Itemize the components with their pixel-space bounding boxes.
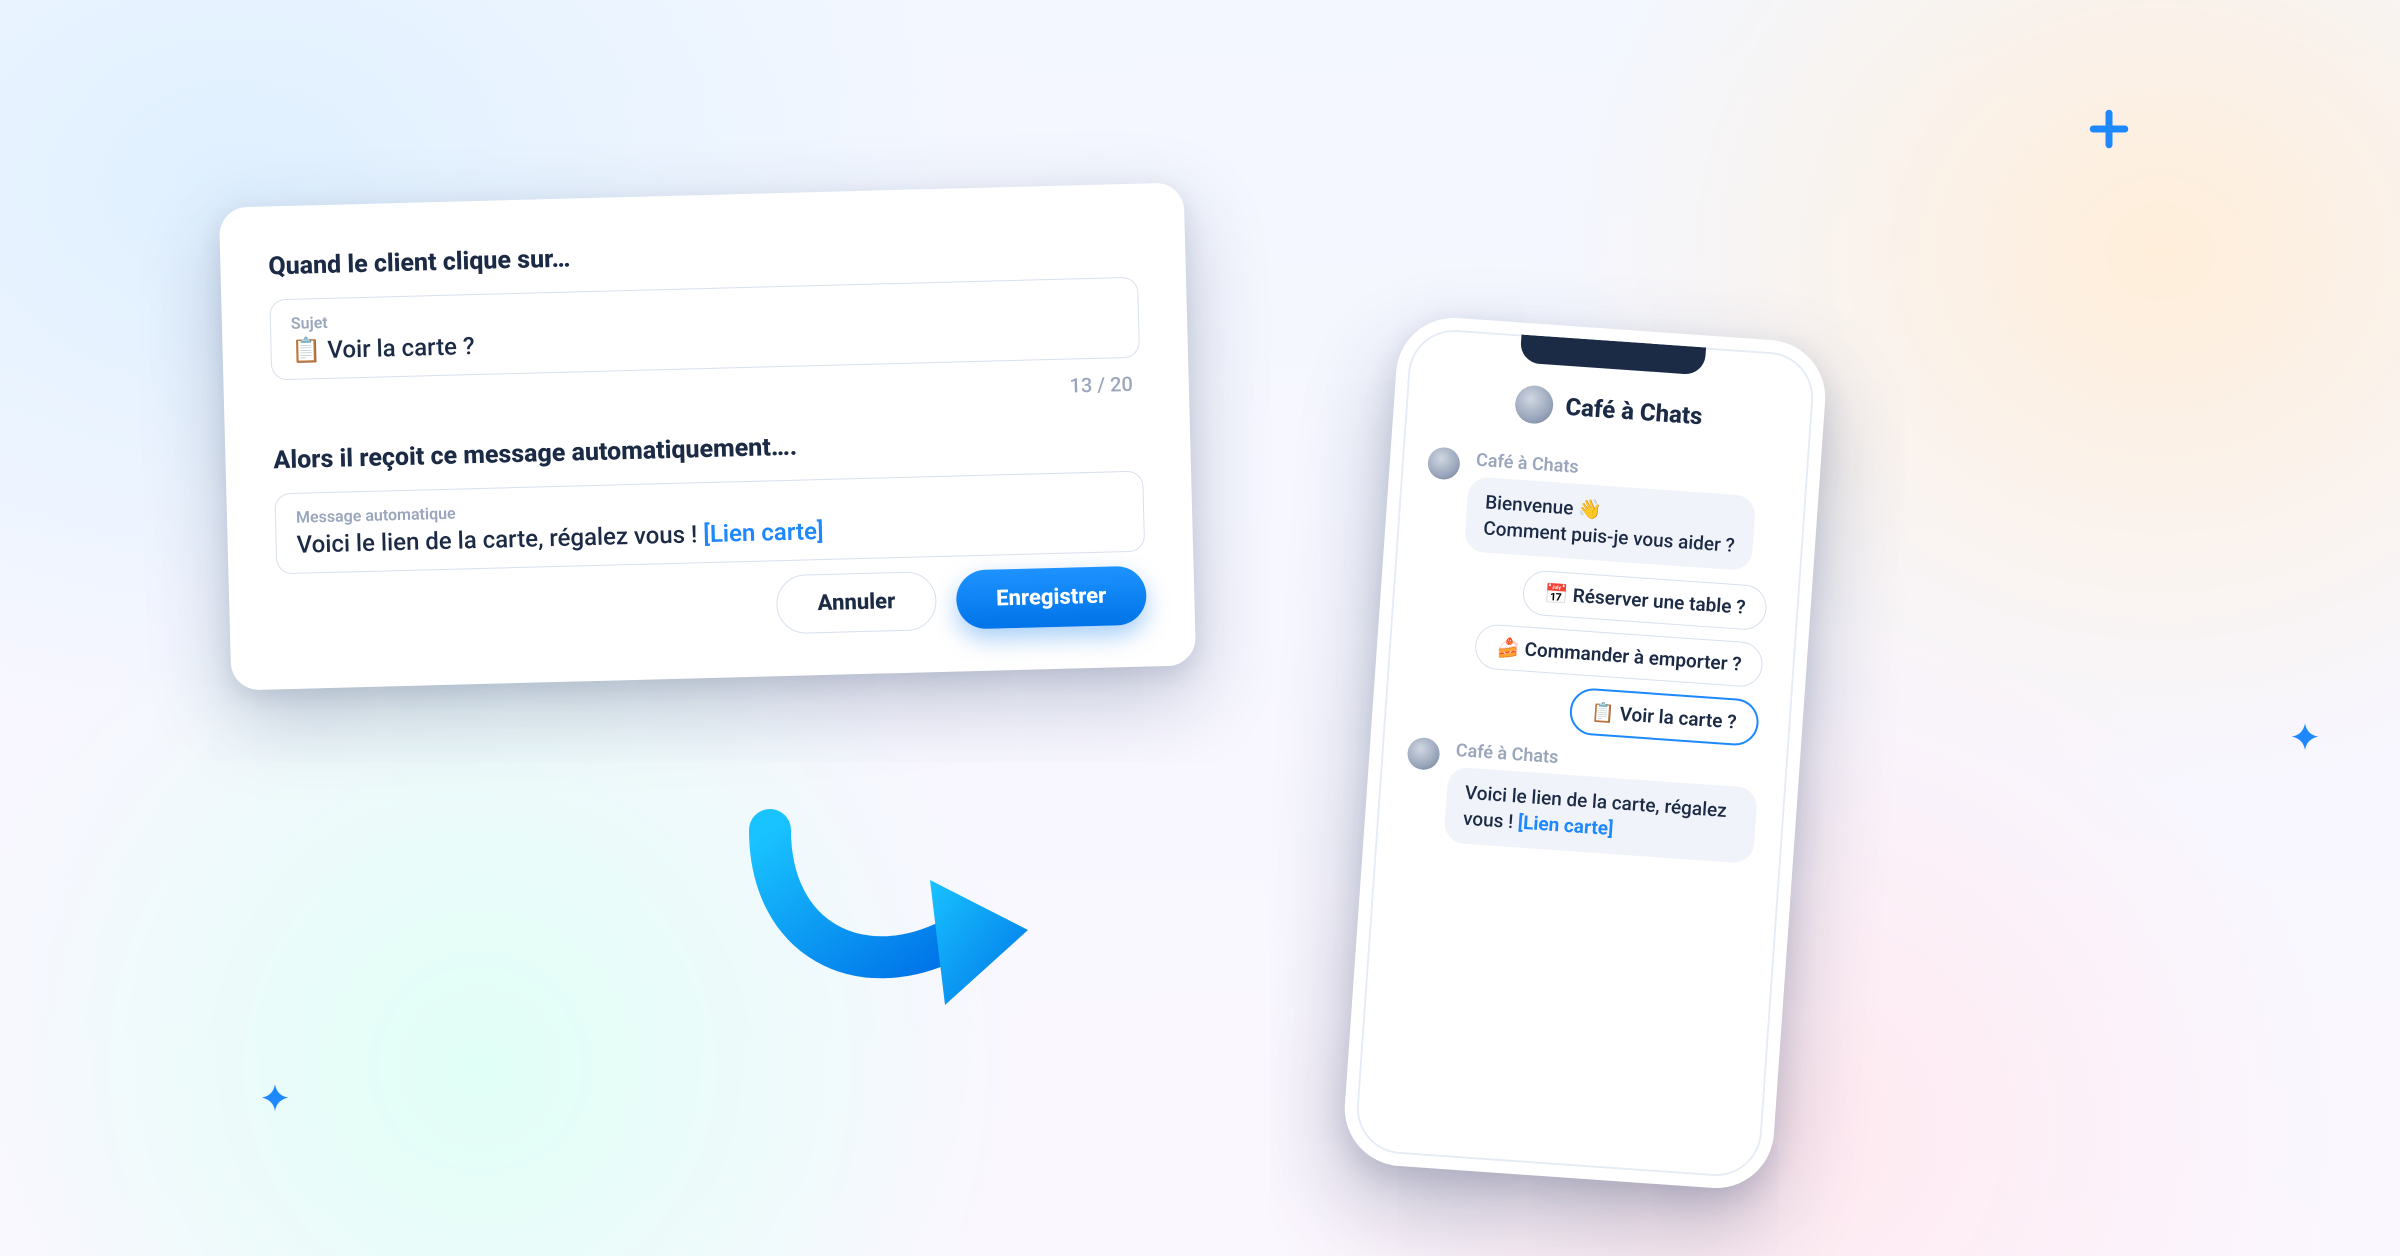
- message-bubble: Voici le lien de la carte, régalez vous …: [1443, 767, 1757, 864]
- quick-reply-option[interactable]: 📅 Réserver une table ?: [1522, 570, 1768, 632]
- chat-header: Café à Chats: [1431, 379, 1787, 442]
- quick-reply-option-selected[interactable]: 📋 Voir la carte ?: [1568, 687, 1760, 747]
- incoming-message: Café à Chats Bienvenue 👋 Comment puis-je…: [1422, 446, 1782, 573]
- phone-preview: Café à Chats Café à Chats Bienvenue 👋 Co…: [1341, 314, 1829, 1192]
- form-actions: Annuler Enregistrer: [277, 566, 1147, 648]
- save-button[interactable]: Enregistrer: [955, 566, 1147, 630]
- quick-reply-options: 📅 Réserver une table ? 🍰 Commander à emp…: [1470, 567, 1774, 748]
- quick-reply-option[interactable]: 🍰 Commander à emporter ?: [1474, 623, 1764, 688]
- plus-icon: [2088, 108, 2130, 150]
- auto-message-text: Voici le lien de la carte, régalez vous …: [296, 520, 703, 559]
- section-title-action: Alors il reçoit ce message automatiqueme…: [273, 424, 1142, 476]
- avatar: [1406, 737, 1440, 771]
- subject-char-counter: 13 / 20: [272, 372, 1141, 419]
- subject-field[interactable]: Sujet 📋 Voir la carte ?: [269, 277, 1140, 381]
- message-line: Comment puis-je vous aider ?: [1483, 516, 1736, 557]
- sender-name: Café à Chats: [1455, 740, 1559, 768]
- auto-message-field[interactable]: Message automatique Voici le lien de la …: [274, 471, 1145, 575]
- auto-message-link-chip[interactable]: [Lien carte]: [703, 517, 824, 548]
- sparkle-icon: [255, 1081, 295, 1121]
- sender-name: Café à Chats: [1475, 450, 1579, 478]
- cancel-button[interactable]: Annuler: [776, 571, 937, 634]
- avatar: [1427, 446, 1461, 480]
- automation-form-card: Quand le client clique sur… Sujet 📋 Voir…: [219, 182, 1196, 690]
- avatar: [1514, 384, 1555, 425]
- section-title-trigger: Quand le client clique sur…: [268, 230, 1137, 282]
- chat-title: Café à Chats: [1565, 393, 1704, 431]
- sparkle-icon: [2285, 720, 2325, 760]
- arrow-icon: [740, 790, 1040, 1020]
- message-bubble: Bienvenue 👋 Comment puis-je vous aider ?: [1464, 476, 1756, 571]
- message-link[interactable]: [Lien carte]: [1517, 810, 1614, 840]
- incoming-message: Café à Chats Voici le lien de la carte, …: [1402, 737, 1762, 864]
